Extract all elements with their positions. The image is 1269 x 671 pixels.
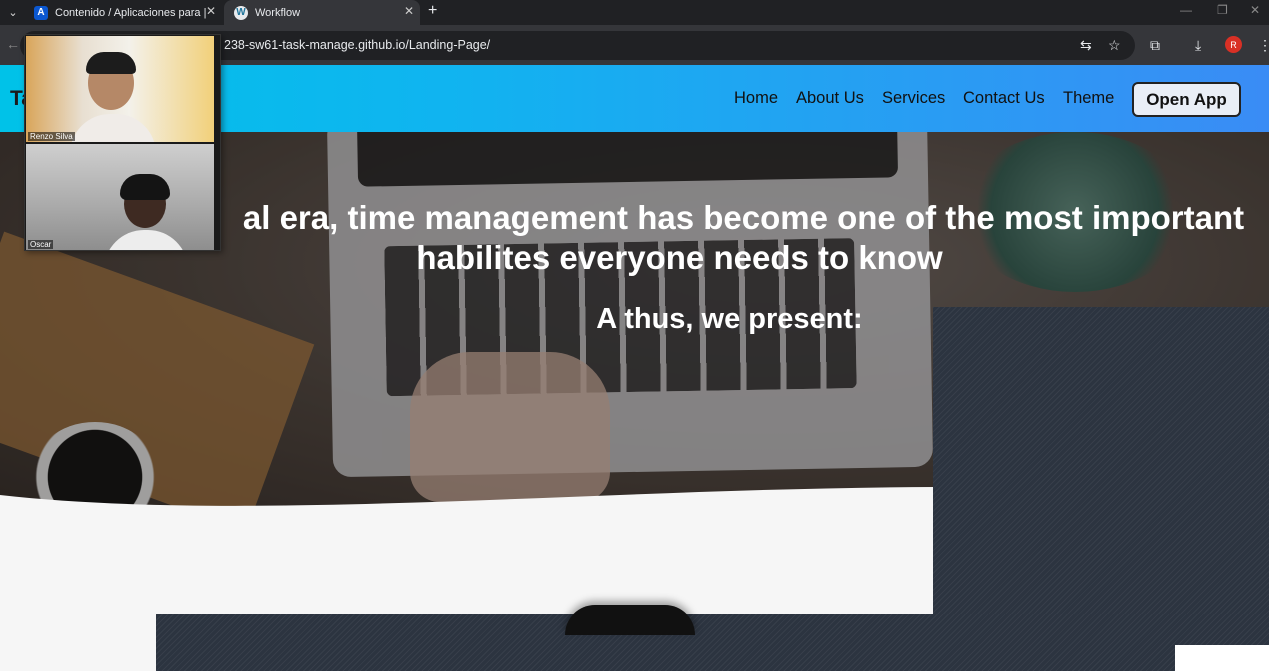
tab-title: Workflow	[255, 6, 301, 19]
hero-title-line1: al era, time management has become one o…	[242, 199, 1245, 236]
dark-pattern-band	[156, 614, 1269, 671]
white-block	[1175, 645, 1269, 671]
bookmark-star-icon[interactable]: ☆	[1108, 37, 1121, 54]
nav-services[interactable]: Services	[882, 89, 945, 108]
tab-search-icon[interactable]: ⌄	[2, 2, 24, 22]
open-app-button[interactable]: Open App	[1132, 82, 1241, 117]
translate-icon[interactable]: ⇆	[1080, 37, 1092, 54]
tab-title: Contenido / Aplicaciones para |	[55, 6, 207, 19]
dark-shape-decoration	[565, 605, 695, 635]
nav-about-us[interactable]: About Us	[796, 89, 864, 108]
video-tile[interactable]: Oscar	[26, 144, 214, 250]
participant-name: Renzo Silva	[28, 132, 75, 141]
url-text[interactable]: 238-sw61-task-manage.github.io/Landing-P…	[224, 38, 490, 52]
browser-tab-bar: ⌄ A Contenido / Aplicaciones para | ✕ W …	[0, 0, 1269, 25]
profile-avatar[interactable]: R	[1225, 36, 1242, 53]
hero-title-line2: habilites everyone needs to know	[416, 239, 943, 276]
tab-favicon-icon: A	[34, 5, 48, 20]
nav-contact-us[interactable]: Contact Us	[963, 89, 1045, 108]
download-icon[interactable]: ⤓	[1195, 37, 1201, 54]
window-close-icon[interactable]: ✕	[1250, 3, 1260, 17]
tab-close-icon[interactable]: ✕	[404, 4, 414, 18]
restore-icon[interactable]: ❐	[1217, 3, 1228, 17]
participant-name: Oscar	[28, 240, 54, 249]
tab-contenido[interactable]: A Contenido / Aplicaciones para | ✕	[26, 0, 222, 25]
video-tile[interactable]: Renzo Silva	[26, 36, 214, 142]
minimize-icon[interactable]: —	[1180, 3, 1192, 17]
wordpress-favicon-icon: W	[234, 5, 248, 20]
nav-theme[interactable]: Theme	[1063, 89, 1114, 108]
video-call-overlay[interactable]: Renzo Silva Oscar	[24, 34, 221, 251]
nav-home[interactable]: Home	[734, 89, 778, 108]
new-tab-button[interactable]: +	[428, 2, 437, 20]
back-arrow-icon[interactable]: ←	[6, 36, 20, 52]
extensions-icon[interactable]: ⧉	[1150, 37, 1160, 54]
tab-close-icon[interactable]: ✕	[206, 4, 216, 18]
menu-dots-icon[interactable]: ⋮	[1258, 37, 1269, 54]
tab-workflow[interactable]: W Workflow ✕	[224, 0, 420, 25]
